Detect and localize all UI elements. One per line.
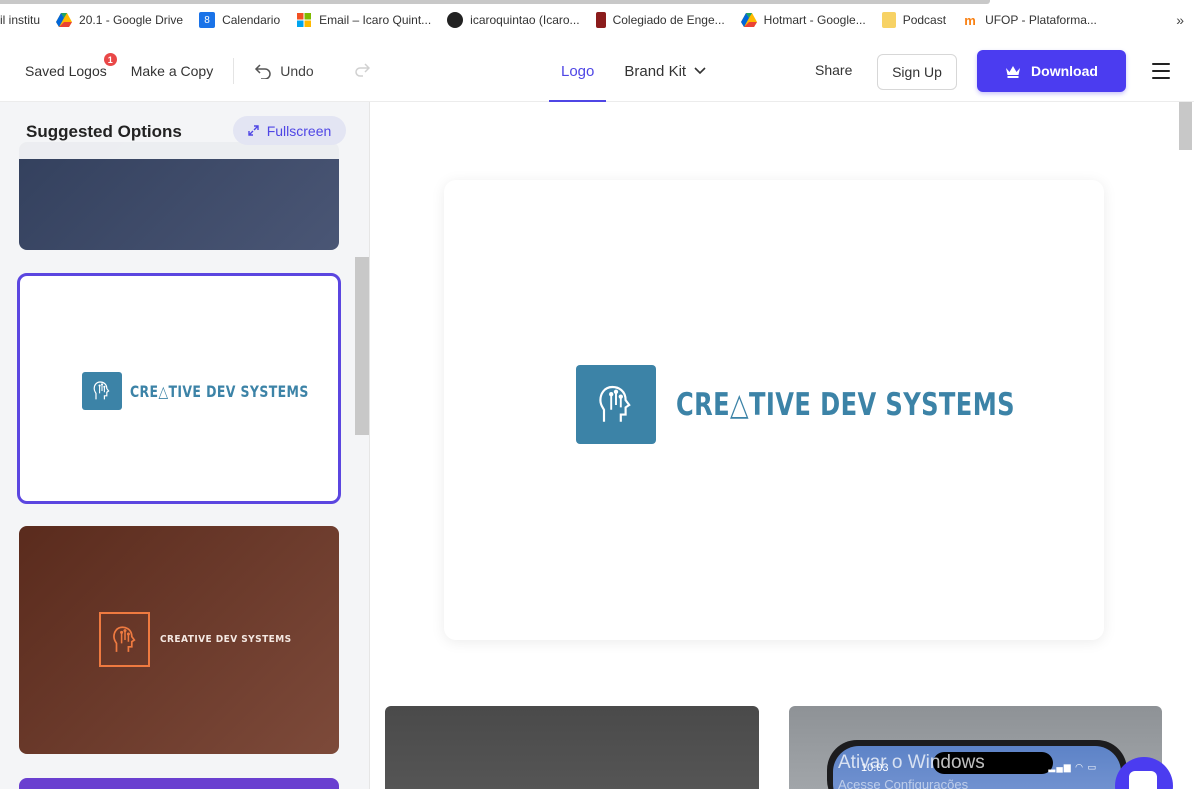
- brain-circuit-icon: [576, 365, 656, 444]
- logo-option-card[interactable]: CREATIVE DEV SYSTEMS: [19, 526, 339, 754]
- bookmark-label: Hotmart - Google...: [763, 13, 866, 27]
- logo-wordmark: CRE△TIVE DEV SYSTEMS: [676, 386, 1015, 423]
- main-tabs: Logo Brand Kit: [549, 40, 718, 102]
- bookmark-label: UFOP - Plataforma...: [985, 13, 1097, 27]
- header-left-actions: Saved Logos 1 Make a Copy Undo: [25, 40, 370, 102]
- bookmarks-bar: il institu 20.1 - Google Drive 8 Calenda…: [0, 0, 1194, 40]
- chevron-down-icon: [694, 67, 706, 75]
- saved-logos-button[interactable]: Saved Logos 1: [25, 53, 117, 79]
- brain-circuit-icon: [99, 612, 150, 667]
- undo-icon: [255, 64, 271, 79]
- make-copy-button[interactable]: Make a Copy: [131, 63, 213, 79]
- bookmark-item[interactable]: icaroquintao (Icaro...: [439, 0, 587, 40]
- redo-icon[interactable]: [354, 62, 370, 80]
- download-button[interactable]: Download: [977, 50, 1126, 92]
- suggested-options-panel: Suggested Options Fullscreen CRE△TIVE DE…: [0, 102, 370, 789]
- folder-icon: [881, 12, 896, 28]
- divider: [233, 58, 235, 84]
- fullscreen-button[interactable]: Fullscreen: [233, 116, 346, 145]
- bookmark-item[interactable]: Colegiado de Enge...: [588, 0, 733, 40]
- app-header: Saved Logos 1 Make a Copy Undo Logo Bran…: [0, 40, 1194, 102]
- chat-icon: [1129, 771, 1157, 789]
- brain-circuit-icon: [82, 372, 122, 410]
- panel-title: Suggested Options: [26, 122, 182, 141]
- windows-activation-watermark: Ativar o Windows: [838, 752, 985, 773]
- bookmark-label: Calendario: [222, 13, 281, 27]
- crown-icon: [1006, 65, 1021, 78]
- undo-button[interactable]: Undo: [254, 63, 314, 79]
- saved-logos-label: Saved Logos: [25, 63, 107, 79]
- bookmark-label: Colegiado de Enge...: [612, 13, 725, 27]
- main-logo-preview: CRE△TIVE DEV SYSTEMS: [444, 180, 1104, 640]
- microsoft-icon: [296, 12, 312, 28]
- bookmark-item[interactable]: Email – Icaro Quint...: [288, 0, 439, 40]
- moodle-icon: m: [964, 12, 976, 28]
- page-scrollbar[interactable]: [1179, 102, 1192, 150]
- bookmark-item[interactable]: il institu: [0, 0, 48, 40]
- saved-count-badge: 1: [103, 53, 117, 66]
- share-button[interactable]: Share: [815, 62, 852, 78]
- phone-status-icons: ▂▄▆ ◠ ▭: [1048, 762, 1097, 772]
- bookmark-label: Podcast: [902, 13, 947, 27]
- bookmark-item[interactable]: m UFOP - Plataforma...: [954, 0, 1105, 40]
- bookmark-item[interactable]: Podcast: [874, 0, 954, 40]
- panel-scrollbar[interactable]: [355, 257, 369, 435]
- mockup-card[interactable]: [385, 706, 759, 789]
- bookmark-item[interactable]: 20.1 - Google Drive: [48, 0, 191, 40]
- github-icon: [447, 12, 464, 28]
- logo-wordmark: CRE△TIVE DEV SYSTEMS: [130, 381, 309, 401]
- menu-icon[interactable]: [1152, 63, 1170, 79]
- bookmarks-scroll-indicator: [0, 0, 990, 4]
- logo-wordmark: CREATIVE DEV SYSTEMS: [160, 634, 292, 645]
- bookmark-label: 20.1 - Google Drive: [79, 13, 184, 27]
- tab-brand-kit-label: Brand Kit: [624, 62, 687, 80]
- calendar-icon: 8: [199, 12, 216, 28]
- logo-preview: CRE△TIVE DEV SYSTEMS: [82, 372, 338, 410]
- sign-up-button[interactable]: Sign Up: [877, 54, 957, 90]
- bookmark-label: Email – Icaro Quint...: [319, 13, 432, 27]
- panel-header: Suggested Options Fullscreen: [0, 102, 355, 159]
- download-label: Download: [1031, 63, 1098, 79]
- logo-preview: CRE△TIVE DEV SYSTEMS: [576, 365, 1111, 444]
- bookmarks-overflow-icon[interactable]: »: [1176, 12, 1184, 28]
- tab-logo[interactable]: Logo: [549, 40, 607, 102]
- logo-option-card[interactable]: [19, 778, 339, 789]
- google-drive-icon: [740, 12, 757, 28]
- bookmark-icon: [595, 12, 606, 28]
- bookmark-label: il institu: [0, 13, 41, 27]
- bookmark-item[interactable]: Hotmart - Google...: [733, 0, 874, 40]
- logo-preview-area: CRE△TIVE DEV SYSTEMS 10:03 ▂▄▆ ◠ ▭: [371, 102, 1177, 789]
- logo-option-card-selected[interactable]: CRE△TIVE DEV SYSTEMS: [17, 273, 341, 504]
- logo-preview: CREATIVE DEV SYSTEMS: [99, 612, 306, 667]
- bookmark-label: icaroquintao (Icaro...: [470, 13, 580, 27]
- fullscreen-label: Fullscreen: [266, 122, 332, 139]
- windows-activation-subtext: Acesse Configurações: [838, 777, 969, 789]
- tab-brand-kit[interactable]: Brand Kit: [612, 40, 718, 102]
- expand-icon: [248, 125, 259, 136]
- bookmark-item[interactable]: 8 Calendario: [191, 0, 288, 40]
- google-drive-icon: [56, 12, 73, 28]
- undo-label: Undo: [280, 63, 314, 79]
